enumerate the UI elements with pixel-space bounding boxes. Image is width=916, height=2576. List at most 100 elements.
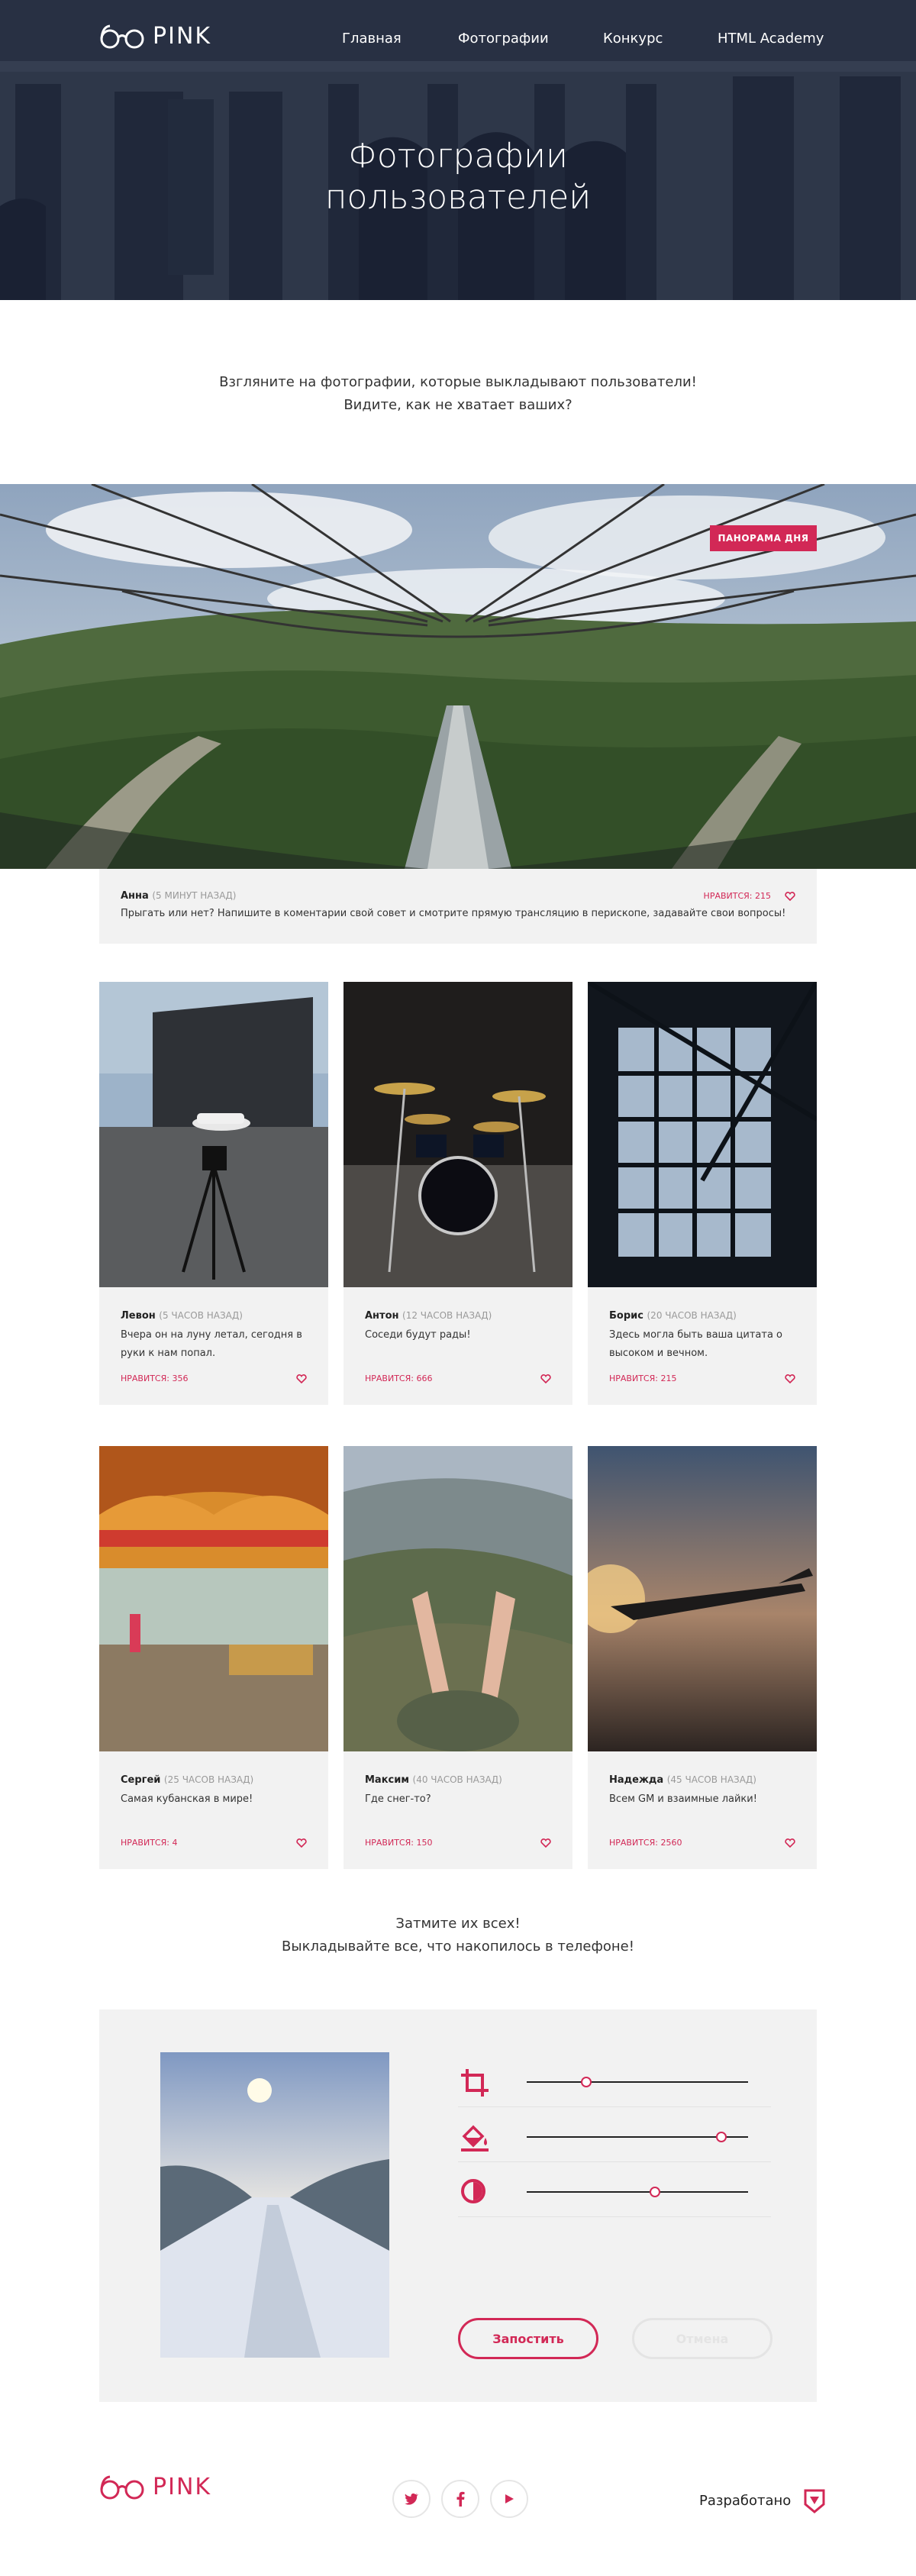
panorama-likes-count: НРАВИТСЯ: 215 [703, 891, 771, 901]
contrast-slider[interactable] [527, 2187, 748, 2197]
photo-card-body: Борис (20 ЧАСОВ НАЗАД) Здесь могла быть … [588, 1287, 817, 1405]
card-caption: Самая кубанская в мире! [121, 1793, 253, 1805]
photo-card: Сергей (25 ЧАСОВ НАЗАД) Самая кубанская … [99, 1446, 328, 1869]
photo-card: Борис (20 ЧАСОВ НАЗАД) Здесь могла быть … [588, 982, 817, 1405]
card-likes-count: НРАВИТСЯ: 356 [121, 1374, 189, 1383]
logo-text: PINK [153, 23, 212, 50]
panorama-caption: Прыгать или нет? Напишите в коментарии с… [121, 908, 786, 919]
photo-card: Антон (12 ЧАСОВ НАЗАД) Соседи будут рады… [344, 982, 572, 1405]
card-caption: Соседи будут рады! [365, 1329, 471, 1341]
fill-icon[interactable] [460, 2122, 490, 2153]
cta-line1: Затмите их всех! [395, 1916, 521, 1932]
developer-credit: Разработано [699, 2487, 826, 2513]
submit-button[interactable]: Запостить [458, 2318, 598, 2359]
heart-icon[interactable] [296, 1374, 307, 1383]
header-logo[interactable]: PINK [99, 23, 211, 50]
photo-card-image[interactable] [99, 982, 328, 1287]
fill-tool-row [458, 2107, 771, 2162]
contrast-icon[interactable] [460, 2177, 490, 2208]
intro-text: Взгляните на фотографии, которые выклады… [0, 371, 916, 417]
hero-header: PINK Главная Фотографии Конкурс HTML Aca… [0, 0, 916, 300]
photo-card-body: Сергей (25 ЧАСОВ НАЗАД) Самая кубанская … [99, 1751, 328, 1869]
panorama-time: (5 МИНУТ НАЗАД) [152, 890, 237, 901]
page-title: Фотографии пользователей [0, 136, 916, 218]
facebook-link[interactable] [441, 2480, 479, 2518]
glasses-logo-icon [100, 24, 144, 48]
card-likes: НРАВИТСЯ: 2560 [609, 1838, 795, 1848]
card-author: Левон [121, 1310, 156, 1322]
fill-slider-handle[interactable] [716, 2132, 727, 2142]
page-title-line1: Фотографии [348, 137, 568, 176]
youtube-icon [505, 2494, 514, 2503]
card-time: (45 ЧАСОВ НАЗАД) [666, 1774, 756, 1785]
crop-tool-row [458, 2052, 771, 2107]
card-caption: Вчера он на луну летал, сегодня в руки к… [121, 1329, 302, 1359]
crop-slider-handle[interactable] [581, 2077, 592, 2087]
card-time: (12 ЧАСОВ НАЗАД) [402, 1310, 492, 1321]
photo-card-image[interactable] [588, 1446, 817, 1751]
cancel-button[interactable]: Отмена [632, 2318, 772, 2359]
photo-card-body: Левон (5 ЧАСОВ НАЗАД) Вчера он на луну л… [99, 1287, 328, 1405]
panorama-likes: НРАВИТСЯ: 215 [704, 891, 795, 901]
card-time: (25 ЧАСОВ НАЗАД) [163, 1774, 254, 1785]
heart-icon[interactable] [540, 1374, 551, 1383]
social-links [392, 2480, 528, 2518]
nav-item-photos[interactable]: Фотографии [458, 31, 603, 47]
card-likes-count: НРАВИТСЯ: 150 [365, 1838, 433, 1848]
nav-item-academy[interactable]: HTML Academy [718, 31, 824, 47]
photo-card-body: Максим (40 ЧАСОВ НАЗАД) Где снег-то? НРА… [344, 1751, 572, 1869]
nav-item-contest[interactable]: Конкурс [603, 31, 718, 47]
card-author: Надежда [609, 1774, 664, 1786]
photo-card-image[interactable] [99, 1446, 328, 1751]
card-time: (40 ЧАСОВ НАЗАД) [412, 1774, 502, 1785]
card-caption: Здесь могла быть ваша цитата о высоком и… [609, 1329, 782, 1359]
heart-icon[interactable] [785, 891, 795, 901]
cta-line2: Выкладывайте все, что накопилось в телеф… [282, 1938, 634, 1955]
footer-logo[interactable]: PINK [99, 2474, 211, 2500]
heart-icon[interactable] [785, 1838, 795, 1848]
heart-icon[interactable] [540, 1838, 551, 1848]
fill-slider[interactable] [527, 2132, 748, 2142]
dev-label: Разработано [699, 2492, 792, 2509]
photo-card-image[interactable] [344, 982, 572, 1287]
twitter-link[interactable] [392, 2480, 431, 2518]
card-author: Сергей [121, 1774, 161, 1786]
cta-text: Затмите их всех! Выкладывайте все, что н… [0, 1913, 916, 1958]
main-nav: Главная Фотографии Конкурс HTML Academy [342, 31, 824, 47]
contrast-tool-row [458, 2162, 771, 2217]
youtube-link[interactable] [490, 2480, 528, 2518]
photo-card-image[interactable] [344, 1446, 572, 1751]
photo-card: Максим (40 ЧАСОВ НАЗАД) Где снег-то? НРА… [344, 1446, 572, 1869]
card-time: (5 ЧАСОВ НАЗАД) [159, 1310, 243, 1321]
card-likes-count: НРАВИТСЯ: 2560 [609, 1838, 682, 1848]
card-caption: Где снег-то? [365, 1793, 431, 1805]
card-author: Антон [365, 1310, 399, 1322]
photo-card-image[interactable] [588, 982, 817, 1287]
intro-line1: Взгляните на фотографии, которые выклады… [219, 374, 697, 390]
card-time: (20 ЧАСОВ НАЗАД) [647, 1310, 737, 1321]
academy-logo-icon[interactable] [803, 2487, 826, 2513]
card-likes-count: НРАВИТСЯ: 666 [365, 1374, 433, 1383]
heart-icon[interactable] [785, 1374, 795, 1383]
card-caption: Всем GM и взаимные лайки! [609, 1793, 757, 1805]
crop-icon[interactable] [460, 2068, 490, 2098]
card-likes-count: НРАВИТСЯ: 4 [121, 1838, 178, 1848]
footer-logo-text: PINK [153, 2474, 212, 2500]
nav-item-home[interactable]: Главная [342, 31, 458, 47]
intro-line2: Видите, как не хватает ваших? [344, 397, 572, 413]
twitter-icon [405, 2493, 418, 2505]
editor-preview-image [160, 2052, 389, 2358]
card-likes: НРАВИТСЯ: 356 [121, 1374, 307, 1383]
card-likes: НРАВИТСЯ: 4 [121, 1838, 307, 1848]
contrast-slider-handle[interactable] [650, 2187, 661, 2197]
crop-slider[interactable] [527, 2077, 748, 2087]
photo-card-body: Антон (12 ЧАСОВ НАЗАД) Соседи будут рады… [344, 1287, 572, 1405]
heart-icon[interactable] [296, 1838, 307, 1848]
card-likes: НРАВИТСЯ: 150 [365, 1838, 551, 1848]
card-likes-count: НРАВИТСЯ: 215 [609, 1374, 677, 1383]
panorama-badge: ПАНОРАМА ДНЯ [710, 525, 817, 551]
card-author: Максим [365, 1774, 409, 1786]
panorama-card: Анна (5 МИНУТ НАЗАД) НРАВИТСЯ: 215 Прыга… [99, 869, 817, 944]
photo-card: Надежда (45 ЧАСОВ НАЗАД) Всем GM и взаим… [588, 1446, 817, 1869]
page-title-line2: пользователей [324, 178, 592, 217]
